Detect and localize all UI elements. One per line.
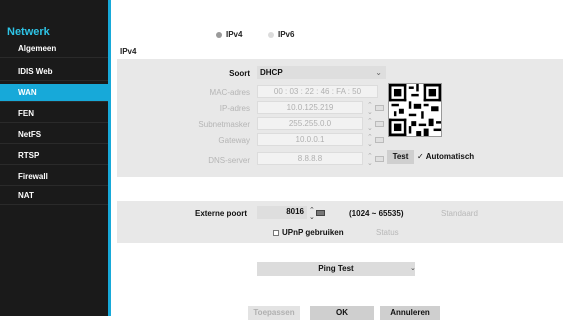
soort-value: DHCP (260, 68, 283, 77)
ok-button[interactable]: OK (310, 306, 374, 320)
sidebar-item-rtsp[interactable]: RTSP (0, 147, 108, 165)
apply-button[interactable]: Toepassen (248, 306, 300, 320)
gateway-field[interactable]: 10.0.0.1 (257, 133, 363, 146)
auto-label: Automatisch (425, 152, 475, 161)
keyboard-icon[interactable] (375, 121, 384, 127)
sidebar-item-netfs[interactable]: NetFS (0, 126, 108, 144)
keyboard-icon[interactable] (375, 156, 384, 162)
sidebar-item-algemeen[interactable]: Algemeen (0, 40, 108, 58)
keyboard-icon[interactable] (375, 137, 384, 143)
keyboard-icon[interactable] (316, 210, 325, 216)
keyboard-icon[interactable] (375, 105, 384, 111)
soort-label: Soort (229, 69, 250, 78)
qr-code-icon (389, 84, 441, 136)
gateway-label: Gateway (218, 136, 250, 145)
upnp-checkbox[interactable]: UPnP gebruiken (273, 228, 344, 237)
mac-label: MAC-adres (209, 88, 250, 97)
checkbox-icon (273, 229, 279, 236)
sidebar-item-nat[interactable]: NAT (0, 187, 108, 205)
spinner-icon[interactable]: ⌃ ⌄ (367, 102, 373, 116)
spinner-icon[interactable]: ⌃ ⌄ (367, 153, 373, 167)
radio-ipv6-label: IPv6 (278, 30, 295, 39)
radio-ipv4[interactable]: IPv4 (216, 30, 242, 39)
cancel-button[interactable]: Annuleren (380, 306, 440, 320)
section-label-ipv4: IPv4 (120, 47, 137, 56)
sidebar: Netwerk Algemeen IDIS Web WAN FEN NetFS … (0, 0, 110, 316)
ip-label: IP-adres (219, 104, 250, 113)
spinner-icon[interactable]: ⌃ ⌄ (367, 134, 373, 148)
soort-select[interactable]: DHCP ⌄ (257, 66, 386, 79)
sidebar-item-fen[interactable]: FEN (0, 105, 108, 123)
dns-field[interactable]: 8.8.8.8 (257, 152, 363, 165)
sidebar-item-idis-web[interactable]: IDIS Web (0, 63, 108, 81)
standard-button[interactable]: Standaard (441, 209, 478, 218)
radio-ipv6[interactable]: IPv6 (268, 30, 294, 39)
sidebar-item-firewall[interactable]: Firewall (0, 168, 108, 186)
radio-unselected-icon (268, 31, 274, 38)
sidebar-item-wan[interactable]: WAN (0, 84, 108, 102)
ping-test-button[interactable]: Ping Test (257, 262, 415, 276)
dns-label: DNS-server (208, 156, 250, 165)
spinner-icon[interactable]: ⌃ ⌄ (367, 118, 373, 132)
auto-checkbox[interactable]: ✓ Automatisch (417, 152, 474, 161)
chevron-down-icon: ⌄ (410, 265, 416, 272)
chevron-down-icon: ⌄ (375, 68, 382, 77)
radio-selected-icon (216, 31, 222, 38)
sidebar-title: Netwerk (7, 26, 50, 38)
subnet-field[interactable]: 255.255.0.0 (257, 117, 363, 130)
test-button[interactable]: Test (387, 150, 414, 164)
checkmark-icon: ✓ (417, 152, 424, 161)
port-range: (1024 ~ 65535) (349, 209, 404, 218)
subnet-label: Subnetmasker (198, 120, 250, 129)
external-port-field[interactable]: 8016 (257, 206, 307, 219)
qr-code (388, 83, 442, 137)
spinner-icon[interactable]: ⌃ ⌄ (309, 207, 315, 221)
upnp-label: UPnP gebruiken (282, 228, 344, 237)
ip-field[interactable]: 10.0.125.219 (257, 101, 363, 114)
status-button[interactable]: Status (376, 228, 399, 237)
radio-ipv4-label: IPv4 (226, 30, 243, 39)
external-port-label: Externe poort (194, 209, 247, 218)
sidebar-divider (108, 0, 111, 316)
mac-field: 00 : 03 : 22 : 46 : FA : 50 (257, 85, 378, 98)
